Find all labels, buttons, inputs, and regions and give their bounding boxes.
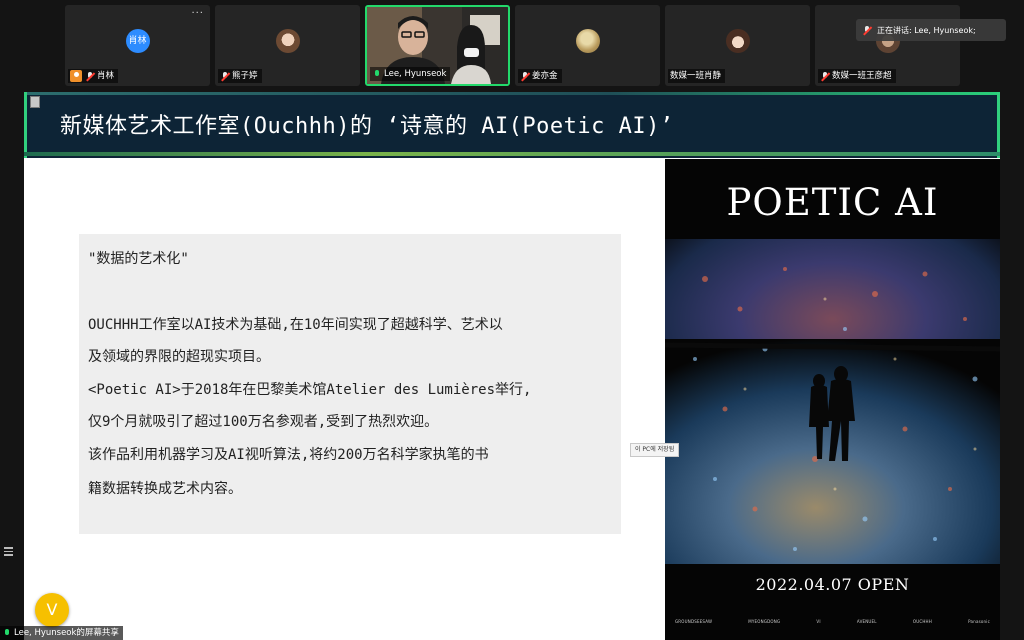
speaking-text: 正在讲话: Lee, Hyunseok;: [877, 25, 976, 35]
participant-name: 肖林: [97, 71, 115, 81]
poster-credit: MYEONGDONG: [748, 618, 781, 624]
title-underline: [24, 152, 1000, 156]
paragraph-line: OUCHHH工作室以AI技术为基础,在10年间实现了超越科学、艺术以: [88, 317, 503, 333]
participant-tile-xiaojing[interactable]: 数媒一班肖静: [665, 5, 810, 86]
participant-tile-wangyanchao[interactable]: 数媒一班王彦超: [815, 5, 960, 86]
mic-icon: [2, 628, 11, 638]
slide-title: 新媒体艺术工作室(Ouchhh)的 ‘诗意的 AI(Poetic AI)’: [60, 114, 674, 139]
screen-share-label: Lee, Hyunseok的屏幕共享: [0, 626, 123, 640]
poetic-ai-poster: POETIC AI 2022.04.07 OPEN GROUNDSEESAW M…: [665, 159, 1000, 640]
poster-credits: GROUNDSEESAW MYEONGDONG VI AVENUEL OUCHH…: [675, 611, 990, 631]
poster-title: POETIC AI: [726, 181, 939, 224]
shared-screen-slide: 新媒体艺术工作室(Ouchhh)的 ‘诗意的 AI(Poetic AI)’ "数…: [24, 92, 1000, 640]
mic-muted-icon: [820, 71, 829, 81]
paragraph-line: 仅9个月就吸引了超过100万名参观者,受到了热烈欢迎。: [88, 414, 439, 430]
slide-marker-icon: [30, 96, 40, 108]
speaking-indicator: 正在讲话: Lee, Hyunseok;: [856, 19, 1006, 41]
screen-share-text: Lee, Hyunseok的屏幕共享: [14, 628, 119, 638]
poster-credit: AVENUEL: [856, 618, 877, 624]
participant-name-label: Lee, Hyunseok: [370, 67, 451, 81]
poster-credit: VI: [816, 618, 821, 624]
participant-name-label: 熊子婷: [218, 69, 262, 83]
slide-quote: "数据的艺术化": [88, 251, 189, 267]
poster-credit: GROUNDSEESAW: [675, 618, 713, 624]
host-icon: [70, 70, 82, 82]
participant-tile-lee-hyunseok[interactable]: Lee, Hyunseok: [365, 5, 510, 86]
annotate-button[interactable]: V: [35, 593, 69, 627]
title-corner-left: [24, 92, 27, 158]
poster-date: 2022.04.07 OPEN: [755, 575, 910, 594]
participant-name-label: 数媒一班肖静: [668, 69, 726, 83]
participant-name: 姜亦金: [532, 71, 558, 81]
participant-name-label: 数媒一班王彦超: [818, 69, 896, 83]
avatar: 肖林: [125, 29, 150, 53]
slide-text-box: "数据的艺术化" OUCHHH工作室以AI技术为基础,在10年间实现了超越科学、…: [79, 234, 621, 534]
more-options-icon[interactable]: ···: [191, 8, 204, 19]
paragraph-line: 该作品利用机器学习及AI视听算法,将约200万名科学家执笔的书: [88, 447, 489, 463]
participant-tile-xiongziting[interactable]: 熊子婷: [215, 5, 360, 86]
title-corner-right: [997, 92, 1000, 158]
participant-tile-jiangyijin[interactable]: 姜亦金: [515, 5, 660, 86]
participant-name: 熊子婷: [232, 71, 258, 81]
poster-artwork: [665, 159, 1000, 640]
avatar: [275, 29, 300, 53]
participant-strip: 肖林 ··· 肖林 熊子婷 Lee, Hyunseok 姜亦金 数媒一班肖静 数…: [0, 0, 1024, 92]
mic-muted-icon: [520, 71, 529, 81]
zoom-meeting-window: 肖林 ··· 肖林 熊子婷 Lee, Hyunseok 姜亦金 数媒一班肖静 数…: [0, 0, 1024, 640]
participant-name: 数媒一班肖静: [670, 71, 722, 81]
participant-name: Lee, Hyunseok: [384, 69, 447, 79]
avatar: [575, 29, 600, 53]
speaker-icon: [862, 25, 871, 35]
participant-name-label: 肖林: [68, 69, 119, 83]
paragraph-line: <Poetic AI>于2018年在巴黎美术馆Atelier des Lumiè…: [88, 382, 532, 398]
mic-icon: [372, 69, 381, 79]
participant-name-label: 姜亦金: [518, 69, 562, 83]
avatar: [725, 29, 750, 53]
mic-muted-icon: [220, 71, 229, 81]
poster-credit: OUCHHH: [912, 618, 932, 624]
title-accent-line: [24, 92, 1000, 95]
paragraph-line: 籍数据转换成艺术内容。: [88, 481, 242, 497]
slide-title-bar: 新媒体艺术工作室(Ouchhh)的 ‘诗意的 AI(Poetic AI)’: [24, 92, 1000, 158]
mic-muted-icon: [85, 71, 94, 81]
hover-tooltip: 이 PC에 저장됨: [630, 443, 680, 457]
poster-credit: Panasonic: [968, 618, 990, 624]
side-panel-toggle-icon[interactable]: [4, 545, 18, 559]
participant-tile-xiaolin[interactable]: 肖林 ··· 肖林: [65, 5, 210, 86]
participant-name: 数媒一班王彦超: [832, 71, 892, 81]
paragraph-line: 及领域的界限的超现实项目。: [88, 349, 270, 365]
